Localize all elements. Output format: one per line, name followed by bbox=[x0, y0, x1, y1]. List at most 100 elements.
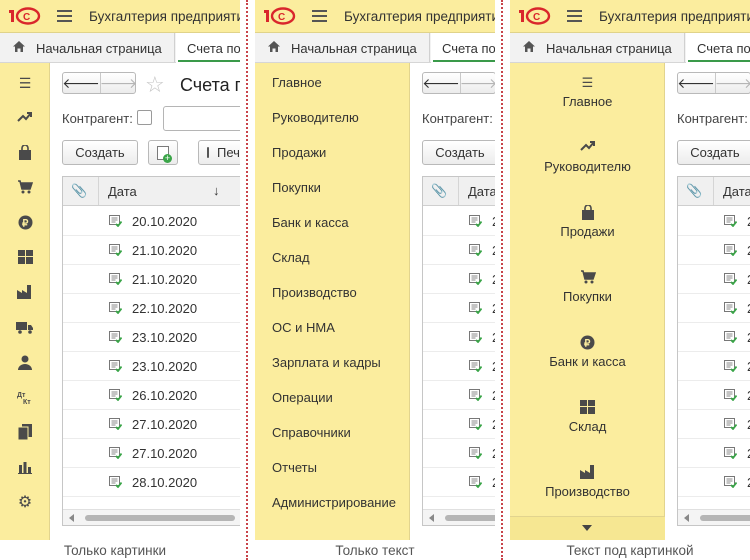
table-row[interactable]: 20.10.2020 bbox=[63, 207, 240, 236]
table-row[interactable]: 21.10.2020 bbox=[678, 236, 750, 265]
sidebar-item-main[interactable]: Главное bbox=[272, 75, 322, 90]
table-row[interactable]: 23.10.2020 bbox=[63, 323, 240, 352]
table-row[interactable]: 26.10.2020 bbox=[423, 381, 495, 410]
sort-desc-icon[interactable]: ↓ bbox=[213, 183, 220, 198]
table-row[interactable]: 21.10.2020 bbox=[423, 236, 495, 265]
sidebar-item-admin[interactable]: ⚙ bbox=[15, 492, 35, 512]
scroll-left-icon[interactable] bbox=[69, 514, 74, 522]
sidebar-item-sales[interactable]: Продажи bbox=[510, 204, 665, 239]
sidebar-item-assets[interactable] bbox=[15, 317, 35, 337]
back-button[interactable]: 🡐 bbox=[62, 73, 100, 93]
forward-button[interactable]: 🡒 bbox=[715, 73, 750, 93]
sidebar-item-main[interactable]: ☰ Главное bbox=[510, 75, 665, 109]
back-button[interactable]: 🡐 bbox=[422, 73, 460, 93]
counterparty-checkbox[interactable] bbox=[137, 110, 152, 125]
table-row[interactable]: 27.10.2020 bbox=[423, 439, 495, 468]
sidebar-item-sales[interactable]: Продажи bbox=[272, 145, 326, 160]
table-row[interactable]: 21.10.2020 bbox=[678, 265, 750, 294]
main-menu-icon[interactable] bbox=[567, 10, 582, 23]
sidebar-item-salary[interactable]: Зарплата и кадры bbox=[272, 355, 381, 370]
sidebar-item-bank[interactable]: ₽ Банк и касса bbox=[510, 335, 665, 369]
sidebar-item-bank[interactable]: ₽ bbox=[15, 212, 35, 232]
sidebar-item-operations[interactable]: Дт Кт bbox=[15, 387, 35, 407]
table-row[interactable]: 23.10.2020 bbox=[678, 352, 750, 381]
sidebar-item-production[interactable]: Производство bbox=[510, 465, 665, 499]
table-row[interactable]: 27.10.2020 bbox=[63, 439, 240, 468]
horizontal-scrollbar[interactable] bbox=[423, 509, 495, 525]
table-row[interactable]: 26.10.2020 bbox=[63, 381, 240, 410]
sections-scroll-down-button[interactable] bbox=[510, 516, 665, 540]
table-row[interactable]: 23.10.2020 bbox=[63, 352, 240, 381]
table-row[interactable]: 28.10.2020 bbox=[63, 468, 240, 497]
table-row[interactable]: 27.10.2020 bbox=[678, 439, 750, 468]
table-row[interactable]: 27.10.2020 bbox=[63, 410, 240, 439]
column-date-header[interactable]: Дата bbox=[468, 184, 495, 199]
sidebar-item-references[interactable] bbox=[15, 422, 35, 442]
table-row[interactable]: 21.10.2020 bbox=[423, 265, 495, 294]
sidebar-item-bank[interactable]: Банк и касса bbox=[272, 215, 349, 230]
scrollbar-thumb[interactable] bbox=[445, 515, 495, 521]
tab-home[interactable]: Начальная страница bbox=[255, 33, 430, 62]
back-button[interactable]: 🡐 bbox=[677, 73, 715, 93]
column-date-header[interactable]: Дата bbox=[723, 184, 750, 199]
create-by-copy-button[interactable]: + bbox=[148, 140, 178, 165]
table-row[interactable]: 28.10.2020 bbox=[423, 468, 495, 497]
scroll-left-icon[interactable] bbox=[684, 514, 689, 522]
sidebar-item-admin[interactable]: Администрирование bbox=[272, 495, 396, 510]
main-menu-icon[interactable] bbox=[57, 10, 72, 23]
tab-invoices[interactable]: Счета покупателям bbox=[431, 33, 495, 63]
sidebar-item-purchases[interactable]: Покупки bbox=[272, 180, 321, 195]
print-button[interactable]: Печать bbox=[198, 140, 240, 165]
sidebar-item-operations[interactable]: Операции bbox=[272, 390, 333, 405]
table-row[interactable]: 27.10.2020 bbox=[423, 410, 495, 439]
sidebar-item-main[interactable]: ☰ bbox=[15, 73, 35, 93]
sidebar-item-purchases[interactable]: Покупки bbox=[510, 270, 665, 304]
scrollbar-thumb[interactable] bbox=[85, 515, 235, 521]
table-row[interactable]: 26.10.2020 bbox=[678, 381, 750, 410]
tab-home[interactable]: Начальная страница bbox=[510, 33, 685, 62]
sidebar-item-warehouse[interactable]: Склад bbox=[272, 250, 310, 265]
forward-button[interactable]: 🡒 bbox=[100, 73, 137, 93]
sidebar-item-reports[interactable]: Отчеты bbox=[272, 460, 317, 475]
create-button[interactable]: Создать bbox=[677, 140, 750, 165]
table-row[interactable]: 21.10.2020 bbox=[63, 236, 240, 265]
sidebar-item-manager[interactable]: Руководителю bbox=[510, 140, 665, 174]
table-row[interactable]: 22.10.2020 bbox=[678, 294, 750, 323]
tab-home[interactable]: Начальная страница bbox=[0, 33, 175, 62]
favorite-star-icon[interactable]: ☆ bbox=[145, 72, 165, 98]
sidebar-item-assets[interactable]: ОС и НМА bbox=[272, 320, 335, 335]
table-row[interactable]: 28.10.2020 bbox=[678, 468, 750, 497]
create-button[interactable]: Создать bbox=[422, 140, 495, 165]
scrollbar-thumb[interactable] bbox=[700, 515, 750, 521]
sidebar-item-manager[interactable] bbox=[15, 107, 35, 127]
counterparty-input[interactable] bbox=[163, 106, 240, 131]
tab-invoices[interactable]: Счета покупателям bbox=[176, 33, 240, 63]
horizontal-scrollbar[interactable] bbox=[678, 509, 750, 525]
sidebar-item-salary[interactable] bbox=[15, 352, 35, 372]
table-row[interactable]: 21.10.2020 bbox=[63, 265, 240, 294]
table-row[interactable]: 22.10.2020 bbox=[63, 294, 240, 323]
tab-invoices[interactable]: Счета покупателям bbox=[686, 33, 750, 63]
table-row[interactable]: 23.10.2020 bbox=[423, 352, 495, 381]
table-row[interactable]: 20.10.2020 bbox=[678, 207, 750, 236]
sidebar-item-manager[interactable]: Руководителю bbox=[272, 110, 359, 125]
main-menu-icon[interactable] bbox=[312, 10, 327, 23]
sidebar-item-warehouse[interactable]: Склад bbox=[510, 400, 665, 434]
forward-button[interactable]: 🡒 bbox=[460, 73, 495, 93]
sidebar-item-production[interactable]: Производство bbox=[272, 285, 357, 300]
sidebar-item-references[interactable]: Справочники bbox=[272, 425, 351, 440]
table-row[interactable]: 23.10.2020 bbox=[678, 323, 750, 352]
sidebar-item-warehouse[interactable] bbox=[15, 247, 35, 267]
sidebar-item-purchases[interactable] bbox=[15, 177, 35, 197]
horizontal-scrollbar[interactable] bbox=[63, 509, 240, 525]
table-row[interactable]: 20.10.2020 bbox=[423, 207, 495, 236]
create-button[interactable]: Создать bbox=[62, 140, 138, 165]
table-row[interactable]: 27.10.2020 bbox=[678, 410, 750, 439]
sidebar-item-production[interactable] bbox=[15, 282, 35, 302]
table-row[interactable]: 22.10.2020 bbox=[423, 294, 495, 323]
scroll-left-icon[interactable] bbox=[429, 514, 434, 522]
table-row[interactable]: 23.10.2020 bbox=[423, 323, 495, 352]
sidebar-item-sales[interactable] bbox=[15, 142, 35, 162]
sidebar-item-reports[interactable] bbox=[15, 457, 35, 477]
column-date-header[interactable]: Дата bbox=[108, 184, 137, 199]
